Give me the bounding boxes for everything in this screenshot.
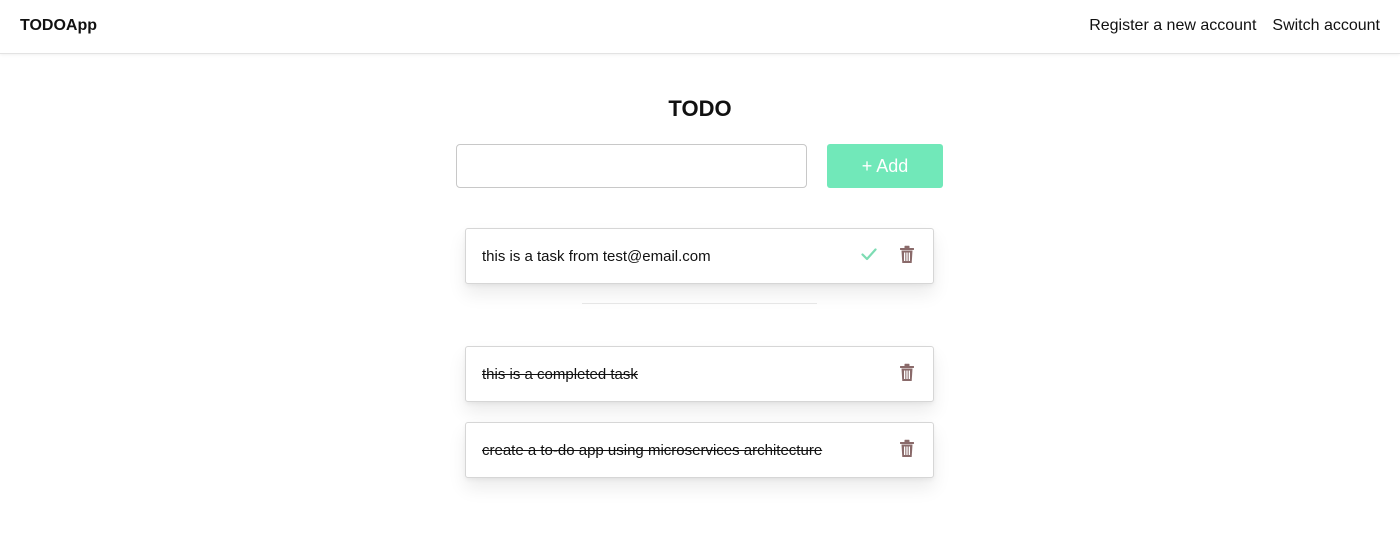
register-link[interactable]: Register a new account bbox=[1089, 17, 1256, 35]
task-text: this is a completed task bbox=[482, 366, 638, 383]
task-text: create a to-do app using microservices a… bbox=[482, 442, 823, 459]
add-button[interactable]: + Add bbox=[827, 144, 943, 188]
task-card-completed: create a to-do app using microservices a… bbox=[465, 422, 934, 478]
trash-icon[interactable] bbox=[899, 439, 915, 458]
trash-icon[interactable] bbox=[899, 245, 915, 264]
section-divider bbox=[582, 303, 817, 304]
task-card-completed: this is a completed task bbox=[465, 346, 934, 402]
trash-icon[interactable] bbox=[899, 363, 915, 382]
task-card-active: this is a task from test@email.com bbox=[465, 228, 934, 284]
check-icon[interactable] bbox=[860, 245, 878, 263]
switch-account-link[interactable]: Switch account bbox=[1272, 17, 1380, 35]
navbar: TODOApp Register a new account Switch ac… bbox=[0, 0, 1400, 54]
brand-logo[interactable]: TODOApp bbox=[20, 17, 97, 35]
new-task-input[interactable] bbox=[456, 144, 807, 188]
page-title: TODO bbox=[668, 96, 732, 121]
nav-links: Register a new account Switch account bbox=[1089, 17, 1380, 35]
task-text: this is a task from test@email.com bbox=[482, 248, 711, 265]
